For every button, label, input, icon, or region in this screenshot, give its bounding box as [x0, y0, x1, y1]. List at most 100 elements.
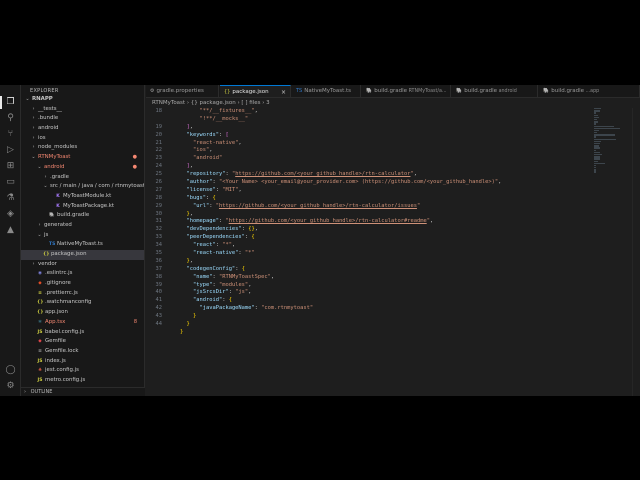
docker-icon[interactable]: ◈	[5, 209, 16, 220]
tree-item[interactable]: ⌄ js	[21, 231, 144, 241]
minimap-line	[594, 167, 596, 169]
tree-item[interactable]: 🐘 build.gradle	[21, 211, 144, 221]
editor-tab[interactable]: ⚙ gradle.properties	[146, 85, 219, 97]
minimap-line	[594, 123, 596, 125]
minimap-line	[594, 143, 601, 145]
line-number: 40	[155, 289, 163, 296]
code-line: "!**/__mocks__"	[146, 116, 576, 124]
tree-item[interactable]: JS babel.config.js	[21, 328, 144, 338]
code-line: 30 },	[146, 211, 576, 219]
tree-item-label: app.json	[45, 309, 68, 316]
search-icon[interactable]: ⚲	[5, 113, 16, 124]
tree-item[interactable]: ≡ .prettierrc.js	[21, 289, 144, 299]
tree-item[interactable]: K MyToastModule.kt	[21, 192, 144, 202]
tree-item[interactable]: › vendor	[21, 260, 144, 270]
tree-item[interactable]: › generated	[21, 221, 144, 231]
line-number: 41	[155, 297, 163, 304]
minimap[interactable]	[594, 108, 620, 173]
line-source: "codegenConfig": {	[186, 265, 245, 272]
tree-item[interactable]: ⌄ RNAPP	[21, 95, 144, 105]
minimap-line	[594, 116, 600, 119]
minimap-line	[594, 118, 597, 121]
tree-item[interactable]: {} app.json	[21, 308, 144, 318]
code-view[interactable]: 18 "**/__fixtures__", "!**/__mocks__" 19 …	[146, 108, 576, 396]
line-source: "name": "RTNMyToastSpec",	[192, 273, 275, 280]
explorer-icon[interactable]: ❐	[5, 97, 16, 108]
testing-icon[interactable]: ⚗	[5, 193, 16, 204]
outline-section[interactable]: › OUTLINE	[21, 387, 145, 396]
remote-explorer-icon[interactable]: ▭	[5, 177, 16, 188]
settings-gear-icon[interactable]: ⚙	[5, 381, 16, 392]
editor-tab[interactable]: 🐘 build.gradle RTNMyToast/a...	[362, 85, 451, 97]
line-source: }	[180, 328, 184, 335]
line-source: "url": "https://github.com/<your_github_…	[192, 202, 421, 209]
deploy-icon[interactable]: ▲	[5, 225, 16, 236]
code-line: 21 "react-native",	[146, 140, 576, 148]
tree-item[interactable]: › .bundle	[21, 114, 144, 124]
line-source: "type": "modules",	[192, 281, 252, 288]
tree-item[interactable]: › __tests__	[21, 105, 144, 115]
tree-item[interactable]: ⌄ src / main / java / com / rtnmytoast	[21, 182, 144, 192]
source-control-icon[interactable]: ⑂	[5, 129, 16, 140]
editor-tab[interactable]: {} package.json ×	[220, 85, 291, 97]
tree-item-label: jest.config.js	[45, 367, 79, 374]
tree-item[interactable]: ◉ .eslintrc.js	[21, 269, 144, 279]
tree-item[interactable]: ≡ Gemfile.lock	[21, 347, 144, 357]
tree-item[interactable]: › ios	[21, 134, 144, 144]
tree-item-label: .bundle	[38, 115, 59, 122]
chevron-right-icon: ›	[38, 221, 41, 228]
scrollbar[interactable]	[632, 108, 640, 396]
tree-item[interactable]: TS NativeMyToast.ts	[21, 240, 144, 250]
close-icon[interactable]: ×	[281, 86, 286, 97]
tree-item[interactable]: {} .watchmanconfig	[21, 298, 144, 308]
editor-tab[interactable]: TS NativeMyToast.ts	[292, 85, 361, 97]
tree-item[interactable]: ◆ .gitignore	[21, 279, 144, 289]
file-type-icon: JS	[37, 329, 43, 335]
chevron-right-icon: ›	[32, 125, 35, 132]
editor-tabs: ⚙ gradle.properties {} package.json × TS Nativ…	[146, 85, 640, 98]
minimap-line	[594, 169, 596, 171]
code-line: 32 "devDependencies": {},	[146, 226, 576, 234]
file-type-icon: {}	[224, 89, 231, 95]
file-type-icon: TS	[49, 242, 56, 248]
chevron-right-icon: ›	[32, 115, 35, 122]
tree-item[interactable]: {} package.json	[21, 250, 144, 260]
file-type-icon: ≡	[38, 290, 42, 296]
tree-item[interactable]: K MyToastPackage.kt	[21, 202, 144, 212]
minimap-line	[594, 147, 601, 149]
chevron-right-icon: ›	[32, 144, 35, 151]
tree-item-label: Gemfile.lock	[45, 347, 79, 354]
minimap-line	[594, 132, 598, 134]
editor-tab[interactable]: 🐘 build.gradle ...app	[539, 85, 640, 97]
breadcrumb[interactable]: RTNMyToast › {} package.json › [ ] files…	[152, 99, 270, 108]
line-number: 23	[155, 155, 163, 162]
line-number: 19	[155, 123, 163, 130]
tree-item[interactable]: JS metro.config.js	[21, 376, 144, 386]
tree-item[interactable]: › node_modules	[21, 143, 144, 153]
minimap-line	[594, 140, 601, 143]
extensions-icon[interactable]: ⊞	[5, 161, 16, 172]
chevron-right-icon: ›	[32, 105, 35, 112]
git-status-badge: ●	[132, 154, 137, 161]
tree-item[interactable]: ⌄ RTNMyToast ●	[21, 153, 144, 163]
tree-item[interactable]: JS index.js	[21, 357, 144, 367]
line-source: "devDependencies": {},	[186, 226, 258, 233]
minimap-line	[594, 114, 599, 116]
line-source: }	[186, 321, 190, 328]
tree-item[interactable]: ⚛ App.tsx 8	[21, 318, 144, 328]
minimap-line	[594, 153, 603, 156]
run-debug-icon[interactable]: ▷	[5, 145, 16, 156]
tree-item[interactable]: › android	[21, 124, 144, 134]
tree-item[interactable]: › .gradle	[21, 173, 144, 183]
tab-description: ...app	[584, 89, 600, 94]
line-source: "!**/__mocks__"	[199, 115, 249, 122]
line-source: "peerDependencies": {	[186, 234, 255, 241]
line-number: 20	[155, 131, 163, 138]
tree-item[interactable]: ◆ Gemfile	[21, 337, 144, 347]
account-icon[interactable]: ◯	[5, 365, 16, 376]
editor-tab[interactable]: 🐘 build.gradle android	[452, 85, 538, 97]
code-line: 19 ],	[146, 124, 576, 132]
tree-item[interactable]: ♣ jest.config.js	[21, 366, 144, 376]
tree-item[interactable]: ⌄ android ●	[21, 163, 144, 173]
